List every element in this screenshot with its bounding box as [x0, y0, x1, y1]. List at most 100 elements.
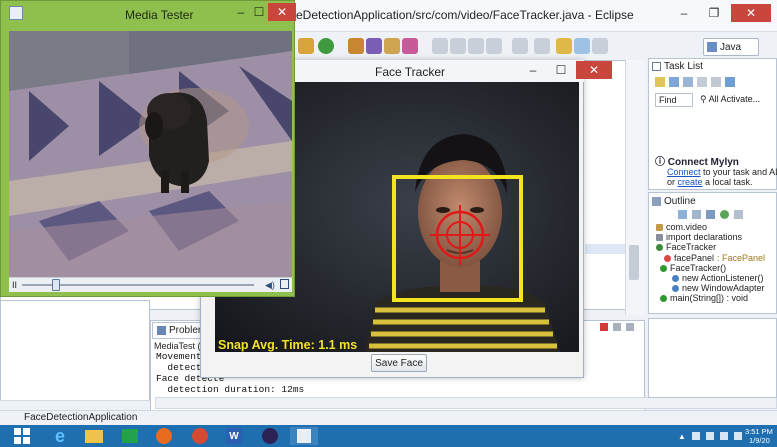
volume-icon[interactable]: ◀): [265, 280, 275, 291]
internet-explorer-icon[interactable]: e: [46, 426, 74, 446]
connect-link[interactable]: Connect: [667, 167, 701, 177]
action-center-icon[interactable]: [733, 432, 742, 440]
prev-annotation-icon[interactable]: [534, 38, 550, 54]
package-explorer-scrollbar[interactable]: [0, 400, 155, 410]
store-icon[interactable]: [116, 427, 144, 445]
task-find-input[interactable]: Find: [655, 93, 693, 107]
mylyn-line2-text: a local task.: [702, 177, 753, 187]
outline-item[interactable]: new ActionListener(): [672, 273, 764, 283]
java-taskbar-icon[interactable]: [290, 427, 318, 445]
outline-tab[interactable]: Outline: [652, 196, 696, 207]
forward-icon[interactable]: [592, 38, 608, 54]
remove-launch-icon[interactable]: [613, 323, 621, 331]
remove-all-icon[interactable]: [626, 323, 634, 331]
eclipse-taskbar-icon[interactable]: [256, 427, 284, 445]
anonymous-class-icon: [672, 284, 679, 292]
outline-item[interactable]: FaceTracker(): [660, 263, 726, 273]
sort-icon[interactable]: [692, 210, 701, 219]
face-tracker-title: Face Tracker: [375, 65, 446, 79]
new-class-icon[interactable]: [366, 38, 382, 54]
editor-scrollbar-thumb[interactable]: [629, 245, 639, 280]
network-icon[interactable]: [691, 432, 700, 440]
task-list-tab[interactable]: Task List: [652, 61, 703, 72]
outline-item-label: facePanel: [674, 253, 715, 263]
annotation-icon[interactable]: [450, 38, 466, 54]
debug-icon[interactable]: [298, 38, 314, 54]
eclipse-window-title: eDetectionApplication/src/com/video/Face…: [296, 8, 634, 22]
terminate-icon[interactable]: [600, 323, 608, 331]
outline-item[interactable]: import declarations: [656, 232, 742, 242]
start-button[interactable]: [8, 427, 36, 445]
new-package-icon[interactable]: [348, 38, 364, 54]
speaker-icon[interactable]: [705, 432, 714, 440]
hide-nonpublic-icon[interactable]: [734, 210, 743, 219]
minimize-button[interactable]: –: [520, 61, 546, 79]
last-edit-icon[interactable]: [556, 38, 572, 54]
hide-fields-icon[interactable]: [706, 210, 715, 219]
outline-toolbar: [678, 210, 743, 219]
run-icon[interactable]: [318, 38, 334, 54]
minimize-button[interactable]: –: [671, 4, 697, 22]
close-button[interactable]: ✕: [576, 61, 612, 79]
maximize-button[interactable]: ☐: [548, 61, 574, 79]
maximize-button[interactable]: ☐: [250, 3, 268, 21]
show-whitespace-icon[interactable]: [468, 38, 484, 54]
toggle-mark-icon[interactable]: [432, 38, 448, 54]
all-filter[interactable]: All: [709, 94, 719, 104]
back-icon[interactable]: [574, 38, 590, 54]
chrome-icon[interactable]: [186, 427, 214, 445]
left-eye: [436, 207, 450, 213]
task-list-toolbar: [655, 77, 773, 90]
activate-link[interactable]: Activate...: [721, 94, 761, 104]
console-horizontal-scrollbar[interactable]: [155, 397, 777, 409]
constructor-icon: [660, 264, 667, 272]
outline-item[interactable]: main(String[]) : void: [660, 293, 748, 303]
package-icon: [656, 223, 663, 231]
right-bottom-view: [648, 318, 777, 398]
create-link[interactable]: create: [678, 177, 703, 187]
outline-item[interactable]: new WindowAdapter: [672, 283, 765, 293]
snap-avg-time: Snap Avg. Time: 1.1 ms: [218, 338, 358, 352]
outline-title: Outline: [664, 196, 696, 207]
outline-item[interactable]: facePanel : FacePanel: [664, 253, 765, 263]
close-button[interactable]: ✕: [731, 4, 771, 22]
java-perspective-button[interactable]: Java: [703, 38, 759, 56]
next-annotation-icon[interactable]: [512, 38, 528, 54]
categorized-icon[interactable]: [669, 77, 679, 87]
seek-slider-knob[interactable]: [52, 279, 60, 291]
task-list-icon: [652, 62, 661, 71]
close-button[interactable]: ✕: [268, 3, 296, 21]
clock-time[interactable]: 3:51 PM: [745, 427, 773, 436]
outline-item[interactable]: FaceTracker: [656, 242, 716, 252]
block-selection-icon[interactable]: [486, 38, 502, 54]
face-tracker-controls: – ☐ ✕: [520, 61, 612, 79]
minimize-button[interactable]: –: [232, 3, 250, 21]
collapse-all-icon[interactable]: [678, 210, 687, 219]
restore-button[interactable]: ❐: [701, 4, 727, 22]
firefox-icon[interactable]: [150, 427, 178, 445]
clock-date[interactable]: 1/9/20: [749, 436, 770, 445]
new-task-icon[interactable]: [655, 77, 665, 87]
search-icon[interactable]: ⚲: [700, 94, 707, 104]
outline-item[interactable]: com.video: [656, 222, 707, 232]
fullscreen-icon[interactable]: [280, 279, 289, 289]
dog-leg: [161, 171, 169, 193]
tray-arrow-icon[interactable]: ▲: [678, 432, 686, 441]
hide-static-icon[interactable]: [720, 210, 729, 219]
save-face-button[interactable]: Save Face: [371, 354, 427, 372]
file-explorer-icon[interactable]: [80, 427, 108, 445]
mylyn-description-line: Connect to your task and ALM tools: [667, 167, 777, 177]
word-icon[interactable]: W: [220, 427, 248, 445]
pause-icon[interactable]: II: [12, 280, 17, 290]
outline-item-label: import declarations: [666, 232, 743, 242]
scheduled-icon[interactable]: [683, 77, 693, 87]
outline-item-label: com.video: [666, 222, 708, 232]
outline-item-label: main(String[]) : void: [670, 293, 749, 303]
sync-icon[interactable]: [725, 77, 735, 87]
battery-icon[interactable]: [719, 432, 728, 440]
collapse-icon[interactable]: [711, 77, 721, 87]
search-icon[interactable]: [402, 38, 418, 54]
mylyn-line1-text: to your task and ALM tools: [703, 167, 777, 177]
filter-icon[interactable]: [697, 77, 707, 87]
open-type-icon[interactable]: [384, 38, 400, 54]
